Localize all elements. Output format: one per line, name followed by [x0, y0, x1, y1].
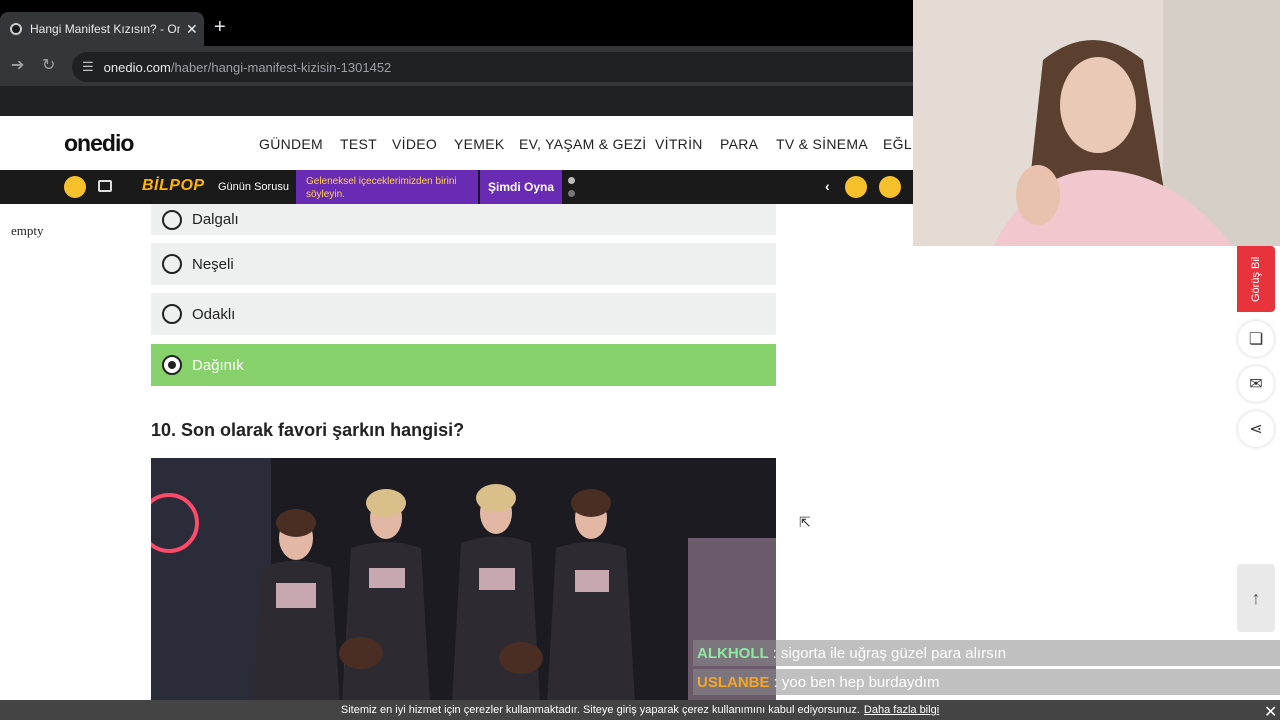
webcam-overlay [913, 0, 1280, 246]
cookie-banner: Sitemiz en iyi hizmet için çerezler kull… [0, 700, 1280, 720]
reload-icon[interactable]: ↻ [42, 55, 55, 75]
option-dalgali[interactable]: Dalgalı [151, 204, 776, 235]
chat-username: ALKHOLL [697, 644, 769, 662]
cookie-text: Sitemiz en iyi hizmet için çerezler kull… [340, 704, 860, 716]
mouse-cursor-icon: ⇱ [799, 514, 811, 530]
nav-item-video[interactable]: VİDEO [392, 136, 437, 152]
question-image[interactable] [151, 458, 776, 720]
tab-close-button[interactable]: ✕ [186, 21, 198, 38]
play-now-button[interactable]: Şimdi Oyna [480, 170, 562, 204]
radio-icon [162, 304, 182, 324]
option-daginik[interactable]: Dağınık [151, 344, 776, 386]
nav-item-test[interactable]: TEST [340, 136, 377, 152]
share-icon[interactable]: ⋖ [1238, 411, 1274, 447]
site-logo[interactable]: onedio [64, 130, 134, 157]
sad-emoji-icon[interactable] [845, 176, 867, 198]
news-icon[interactable] [98, 180, 112, 192]
nav-item-tv-sinema[interactable]: TV & SİNEMA [776, 136, 868, 152]
webcam-video [913, 0, 1280, 246]
option-label: Dalgalı [192, 211, 239, 228]
nav-item-vitrin[interactable]: VİTRİN [655, 136, 703, 152]
feedback-tab[interactable]: Görüş Bil [1237, 246, 1275, 312]
cookie-close-button[interactable]: ✕ [1264, 702, 1277, 722]
smile-emoji-icon[interactable] [879, 176, 901, 198]
empty-text: empty [11, 223, 44, 238]
carousel-dot[interactable] [568, 177, 575, 184]
favicon-icon [10, 23, 22, 35]
option-label: Dağınık [192, 356, 244, 374]
chat-text: : yoo ben hep burdaydım [773, 673, 940, 691]
cookie-more-link[interactable]: Daha fazla bilgi [864, 704, 939, 716]
nav-item-ev-yasam[interactable]: EV, YAŞAM & GEZİ [519, 136, 646, 152]
nav-item-para[interactable]: PARA [720, 136, 758, 152]
option-neseli[interactable]: Neşeli [151, 243, 776, 285]
browser-tab[interactable]: Hangi Manifest Kızısın? - Onedio ✕ [0, 12, 204, 46]
chevron-left-icon[interactable]: ‹ [825, 178, 830, 194]
chat-text: : sigorta ile uğraş güzel para alırsın [772, 644, 1007, 662]
url-domain: onedio.com [103, 59, 171, 75]
address-bar[interactable]: ☰ onedio.com/haber/hangi-manifest-kizisi… [72, 52, 913, 82]
radio-selected-icon [162, 355, 182, 375]
daily-question-label: Günün Sorusu [218, 181, 289, 193]
daily-question-text[interactable]: Geleneksel içeceklerimizden birini söyle… [296, 170, 478, 204]
nav-item-eglence[interactable]: EĞLE [883, 136, 913, 152]
scroll-top-button[interactable]: ↑ [1237, 564, 1275, 632]
bilpop-logo[interactable]: BİLPOP [142, 177, 205, 195]
option-label: Odaklı [192, 305, 236, 323]
url-path: /haber/hangi-manifest-kizisin-1301452 [170, 59, 392, 75]
option-label: Neşeli [192, 255, 234, 273]
radio-icon [162, 254, 182, 274]
tab-title: Hangi Manifest Kızısın? - Onedio [30, 22, 180, 36]
new-tab-button[interactable]: + [214, 16, 226, 39]
option-odakli[interactable]: Odaklı [151, 293, 776, 335]
chat-username: USLANBE [697, 673, 770, 691]
bookmark-icon[interactable]: ❏ [1238, 321, 1274, 357]
site-info-icon[interactable]: ☰ [82, 59, 94, 75]
question-title: 10. Son olarak favori şarkın hangisi? [151, 420, 465, 440]
carousel-dot[interactable] [568, 190, 575, 197]
forward-icon[interactable]: ➔ [11, 55, 24, 75]
chat-message: USLANBE : yoo ben hep burdaydım [693, 669, 1280, 695]
chat-message: ALKHOLL : sigorta ile uğraş güzel para a… [693, 640, 1280, 666]
band-photo [151, 458, 776, 720]
nav-item-gundem[interactable]: GÜNDEM [259, 136, 323, 152]
nav-item-yemek[interactable]: YEMEK [454, 136, 505, 152]
comments-icon[interactable]: ✉ [1238, 366, 1274, 402]
radio-icon [162, 209, 182, 230]
emoji-icon[interactable] [64, 176, 86, 198]
